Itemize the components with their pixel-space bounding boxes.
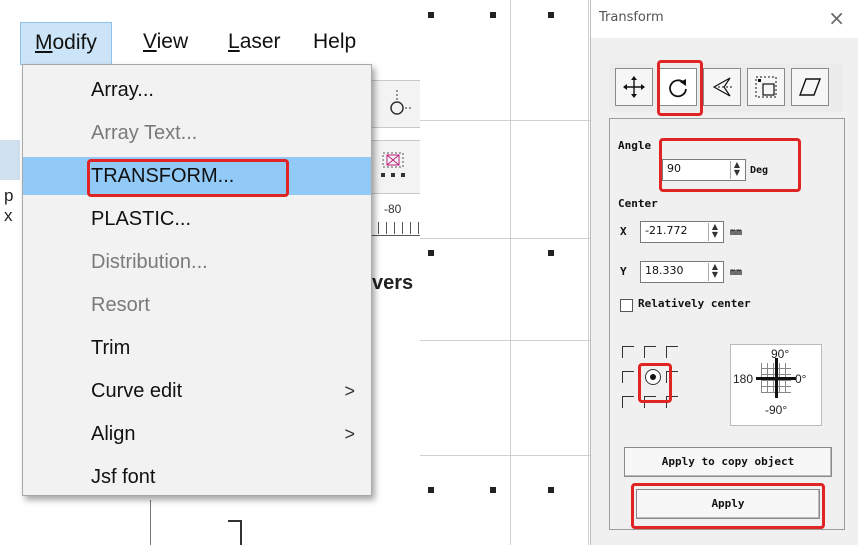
grid-point <box>428 487 434 493</box>
menu-modify[interactable]: Modify <box>20 22 112 65</box>
menu-item-array[interactable]: Array... <box>23 71 371 109</box>
background-toolbar-button <box>368 80 420 128</box>
grid-line <box>420 340 590 341</box>
skew-icon <box>798 78 822 96</box>
grid-point <box>490 12 496 18</box>
skew-tool-button[interactable] <box>791 68 829 106</box>
grid-point <box>548 12 554 18</box>
compass-bottom-label: -90° <box>765 403 788 417</box>
compass-right-label: 0° <box>795 372 807 386</box>
dialog-title: Transform <box>599 10 664 25</box>
drawing-canvas[interactable] <box>420 0 590 545</box>
compass-top-label: 90° <box>771 347 790 361</box>
relatively-center-label: Relatively center <box>638 297 751 310</box>
position-option[interactable] <box>622 396 634 408</box>
grid-point <box>428 12 434 18</box>
grid-line <box>588 0 589 545</box>
position-option[interactable] <box>622 346 634 358</box>
mirror-tool-button[interactable] <box>703 68 741 106</box>
close-icon[interactable]: × <box>828 6 845 30</box>
compass-left-label: 180 <box>733 372 754 386</box>
menu-laser[interactable]: Laser <box>228 30 281 54</box>
menu-item-distribution: Distribution... <box>91 251 208 273</box>
modify-dropdown-menu: Array... Array Text... TRANSFORM... PLAS… <box>22 64 372 496</box>
highlight-box-rotate-tool <box>657 60 703 116</box>
highlight-box-center-position <box>638 363 672 403</box>
background-text-fragment: x <box>4 206 13 225</box>
menu-modify-rest: odify <box>52 31 97 54</box>
position-option[interactable] <box>666 346 678 358</box>
background-text-fragment: p <box>4 186 14 205</box>
transform-tool-group <box>609 64 843 112</box>
menu-item-align[interactable]: Align > <box>23 415 371 453</box>
grid-point <box>490 487 496 493</box>
center-x-label: X <box>620 225 627 238</box>
grid-line <box>420 238 590 239</box>
menu-item-jsf-font[interactable]: Jsf font <box>23 458 371 496</box>
menu-item-resort: Resort <box>91 294 150 316</box>
background-partial-text: vers <box>372 272 414 294</box>
spin-arrows-icon[interactable]: ▲ ▼ <box>708 223 721 241</box>
center-y-unit: mm <box>730 267 743 278</box>
move-icon <box>623 76 645 98</box>
apply-to-copy-button[interactable]: Apply to copy object <box>624 447 832 477</box>
menu-view[interactable]: View <box>143 30 188 54</box>
angle-label: Angle <box>618 139 652 152</box>
scale-icon <box>755 76 777 98</box>
position-option[interactable] <box>644 346 656 358</box>
scale-tool-button[interactable] <box>747 68 785 106</box>
menu-help[interactable]: Help <box>313 30 356 54</box>
menu-item-plastic[interactable]: PLASTIC... <box>23 200 371 238</box>
menu-item-curve-edit[interactable]: Curve edit > <box>23 372 371 410</box>
background-selection-strip <box>0 140 20 180</box>
mirror-icon <box>712 77 732 97</box>
spin-arrows-icon[interactable]: ▲ ▼ <box>708 263 721 281</box>
modify-menu-screenshot: p x Modify View Laser Help -80 vers Arra… <box>0 0 420 545</box>
compass-axis <box>775 358 778 398</box>
highlight-box-apply <box>631 483 825 529</box>
center-y-label: Y <box>620 265 627 278</box>
ruler-ticks <box>370 222 420 234</box>
transform-dialog: Transform × Angle 90 ▲ ▼ Deg Center X -2… <box>590 0 858 545</box>
relatively-center-checkbox[interactable] <box>620 299 633 312</box>
move-tool-button[interactable] <box>615 68 653 106</box>
menu-item-array-text: Array Text... <box>91 122 198 144</box>
center-y-input[interactable]: 18.330 ▲ ▼ <box>640 261 724 283</box>
background-drawing-fragment <box>228 520 242 545</box>
menu-item-trim[interactable]: Trim <box>23 329 371 367</box>
background-drawing-fragment <box>150 500 271 545</box>
center-x-input[interactable]: -21.772 ▲ ▼ <box>640 221 724 243</box>
node-icon <box>390 90 413 115</box>
background-toolbar-button <box>368 140 420 194</box>
submenu-arrow-icon: > <box>344 381 355 401</box>
position-option[interactable] <box>622 371 634 383</box>
dialog-titlebar: Transform × <box>591 0 858 38</box>
submenu-arrow-icon: > <box>344 424 355 444</box>
grid-point <box>548 250 554 256</box>
highlight-box-angle <box>659 138 801 192</box>
grid-point <box>428 250 434 256</box>
highlight-box-transform <box>87 159 289 197</box>
grid-line <box>420 455 590 456</box>
center-x-unit: mm <box>730 227 743 238</box>
angle-compass: 90° 180 0° -90° <box>730 344 822 426</box>
select-box-icon <box>381 152 405 177</box>
grid-point <box>548 487 554 493</box>
grid-line <box>420 120 590 121</box>
menu-bar: Modify View Laser Help <box>0 22 420 65</box>
center-label: Center <box>618 197 658 210</box>
background-ruler: -80 <box>370 200 420 236</box>
grid-line <box>510 0 511 545</box>
